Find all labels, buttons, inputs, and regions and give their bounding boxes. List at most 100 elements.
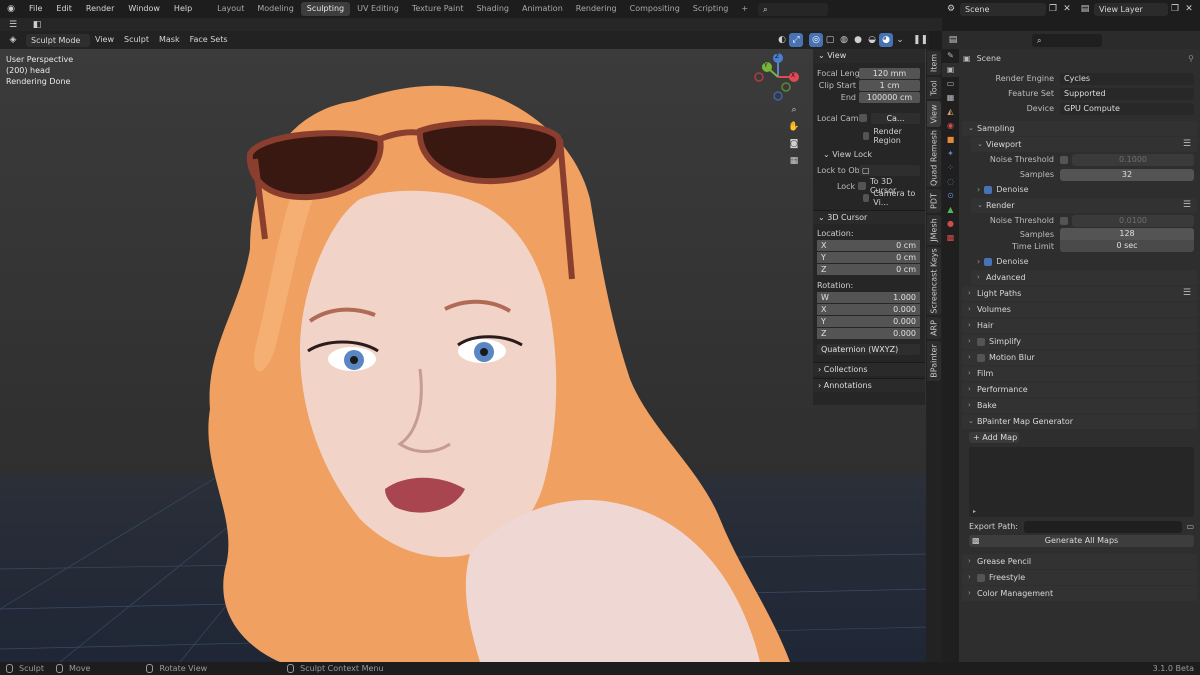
motion-blur-panel-header[interactable]: › Motion Blur	[962, 350, 1197, 365]
properties-editor-icon[interactable]: ▤	[946, 33, 960, 47]
physics-tab-icon[interactable]: ◌	[942, 175, 959, 189]
editor-type-icon[interactable]: ◈	[6, 33, 20, 47]
grid-toggle-icon[interactable]: ▦	[787, 154, 801, 168]
cursor-rot-w-field[interactable]: W 1.000	[817, 291, 920, 303]
light-paths-panel-header[interactable]: › Light Paths ☰	[962, 286, 1197, 301]
tab-arp[interactable]: ARP	[927, 317, 941, 339]
pause-render-icon[interactable]: ❚❚	[913, 33, 928, 47]
render-denoise-checkbox[interactable]	[984, 257, 993, 266]
rotation-mode-dropdown[interactable]: Quaternion (WXYZ)	[817, 343, 920, 355]
viewport-noise-checkbox[interactable]	[1060, 155, 1068, 164]
annotations-section-header[interactable]: › Annotations	[813, 378, 925, 392]
menu-mask[interactable]: Mask	[154, 31, 185, 49]
tab-sculpting[interactable]: Sculpting	[300, 2, 351, 16]
volumes-panel-header[interactable]: › Volumes	[962, 302, 1197, 317]
shading-rendered-icon[interactable]: ◕	[879, 33, 893, 47]
freestyle-panel-header[interactable]: › Freestyle	[962, 570, 1197, 585]
presets-list-icon[interactable]: ☰	[1183, 198, 1191, 213]
tab-scripting[interactable]: Scripting	[687, 2, 735, 16]
folder-icon[interactable]: ▭	[1186, 522, 1194, 531]
mode-selector[interactable]: Sculpt Mode	[26, 33, 90, 47]
sampling-panel-header[interactable]: ⌄ Sampling	[962, 121, 1197, 136]
bpainter-panel-header[interactable]: ⌄ BPainter Map Generator	[962, 414, 1197, 429]
view-layer-icon[interactable]: ▤	[1078, 2, 1092, 16]
view-layer-tab-icon[interactable]: ▦	[942, 91, 959, 105]
pin-icon[interactable]: ⚲	[1188, 54, 1194, 63]
cursor-loc-x-field[interactable]: X 0 cm	[817, 239, 920, 251]
map-list[interactable]: ▸	[969, 447, 1194, 517]
world-tab-icon[interactable]: ◉	[942, 119, 959, 133]
bake-panel-header[interactable]: › Bake	[962, 398, 1197, 413]
output-tab-icon[interactable]: ▭	[942, 77, 959, 91]
camera-to-view-checkbox[interactable]	[863, 194, 870, 202]
brush-icon[interactable]: ◧	[30, 18, 44, 32]
presets-list-icon[interactable]: ☰	[1183, 286, 1191, 301]
lock-to-cursor-checkbox[interactable]	[858, 182, 867, 190]
export-path-field[interactable]	[1024, 520, 1183, 533]
constraints-tab-icon[interactable]: ⊙	[942, 189, 959, 203]
simplify-panel-header[interactable]: › Simplify	[962, 334, 1197, 349]
particles-tab-icon[interactable]: ⁘	[942, 161, 959, 175]
tab-bpainter[interactable]: BPainter	[927, 341, 941, 381]
viewport-noise-field[interactable]: 0.1000	[1072, 153, 1194, 166]
delete-scene-icon[interactable]: ✕	[1060, 2, 1074, 16]
tab-pdt[interactable]: PDT	[927, 189, 941, 213]
render-tab-icon[interactable]: ▣	[942, 63, 959, 77]
presets-list-icon[interactable]: ☰	[1183, 137, 1191, 152]
local-camera-checkbox[interactable]	[859, 114, 867, 122]
tab-texture-paint[interactable]: Texture Paint	[406, 2, 470, 16]
view-layer-selector[interactable]: View Layer	[1094, 2, 1168, 16]
simplify-checkbox[interactable]	[977, 337, 985, 346]
generate-all-maps-button[interactable]: ▩ Generate All Maps	[969, 535, 1194, 547]
zoom-icon[interactable]: ⌕	[787, 103, 801, 117]
device-dropdown[interactable]: GPU Compute	[1060, 102, 1194, 115]
cursor-rot-y-field[interactable]: Y 0.000	[817, 315, 920, 327]
tab-compositing[interactable]: Compositing	[624, 2, 686, 16]
pan-hand-icon[interactable]: ✋	[787, 120, 801, 134]
lock-to-object-field[interactable]: ▢	[859, 164, 920, 176]
tab-tool[interactable]: Tool	[927, 77, 941, 99]
scene-tab-icon[interactable]: ◭	[942, 105, 959, 119]
tab-animation[interactable]: Animation	[516, 2, 569, 16]
data-tab-icon[interactable]: ▲	[942, 203, 959, 217]
scene-selector[interactable]: Scene	[960, 2, 1046, 16]
tab-item[interactable]: Item	[927, 51, 941, 75]
blender-logo-icon[interactable]: ◉	[4, 2, 18, 16]
render-samples-field[interactable]: 128	[1060, 228, 1194, 240]
grease-pencil-panel-header[interactable]: › Grease Pencil	[962, 554, 1197, 569]
menu-file[interactable]: File	[22, 0, 49, 18]
collections-section-header[interactable]: › Collections	[813, 362, 925, 376]
cursor-rot-z-field[interactable]: Z 0.000	[817, 327, 920, 339]
shading-options-icon[interactable]: ⌄	[893, 33, 907, 47]
3d-viewport[interactable]: Z X Y ⌕ ✋ ◙ ▦	[0, 49, 929, 662]
local-camera-field[interactable]: Ca...	[871, 112, 920, 124]
top-search-field[interactable]: ⌕	[758, 2, 829, 16]
hair-panel-header[interactable]: › Hair	[962, 318, 1197, 333]
color-management-panel-header[interactable]: › Color Management	[962, 586, 1197, 601]
tool-tab-icon[interactable]: ✎	[942, 49, 959, 63]
list-expand-icon[interactable]: ▸	[973, 508, 976, 515]
viewport-subpanel-header[interactable]: ⌄ Viewport ☰	[971, 137, 1197, 152]
tab-rendering[interactable]: Rendering	[570, 2, 623, 16]
cursor-loc-y-field[interactable]: Y 0 cm	[817, 251, 920, 263]
viewport-samples-field[interactable]: 32	[1060, 168, 1194, 181]
freestyle-checkbox[interactable]	[977, 573, 985, 582]
cursor-loc-z-field[interactable]: Z 0 cm	[817, 263, 920, 275]
render-subpanel-header[interactable]: ⌄ Render ☰	[971, 198, 1197, 213]
shading-solid-icon[interactable]: ●	[851, 33, 865, 47]
menu-sculpt[interactable]: Sculpt	[119, 31, 154, 49]
menu-render[interactable]: Render	[79, 0, 121, 18]
material-tab-icon[interactable]: ●	[942, 217, 959, 231]
menu-view[interactable]: View	[90, 31, 119, 49]
gizmo-toggle-icon[interactable]: ⤢	[789, 33, 803, 47]
clip-start-field[interactable]: 1 cm	[859, 79, 920, 91]
xray-icon[interactable]: ▢	[823, 33, 837, 47]
menu-face-sets[interactable]: Face Sets	[185, 31, 233, 49]
view-lock-header[interactable]: ⌄ View Lock	[817, 148, 920, 160]
visibility-icon[interactable]: ◐	[775, 33, 789, 47]
modifier-tab-icon[interactable]: ✦	[942, 147, 959, 161]
viewport-denoise-row[interactable]: › Denoise	[977, 182, 1194, 197]
shading-material-icon[interactable]: ◒	[865, 33, 879, 47]
render-noise-field[interactable]: 0.0100	[1072, 214, 1194, 227]
feature-set-dropdown[interactable]: Supported	[1060, 87, 1194, 100]
